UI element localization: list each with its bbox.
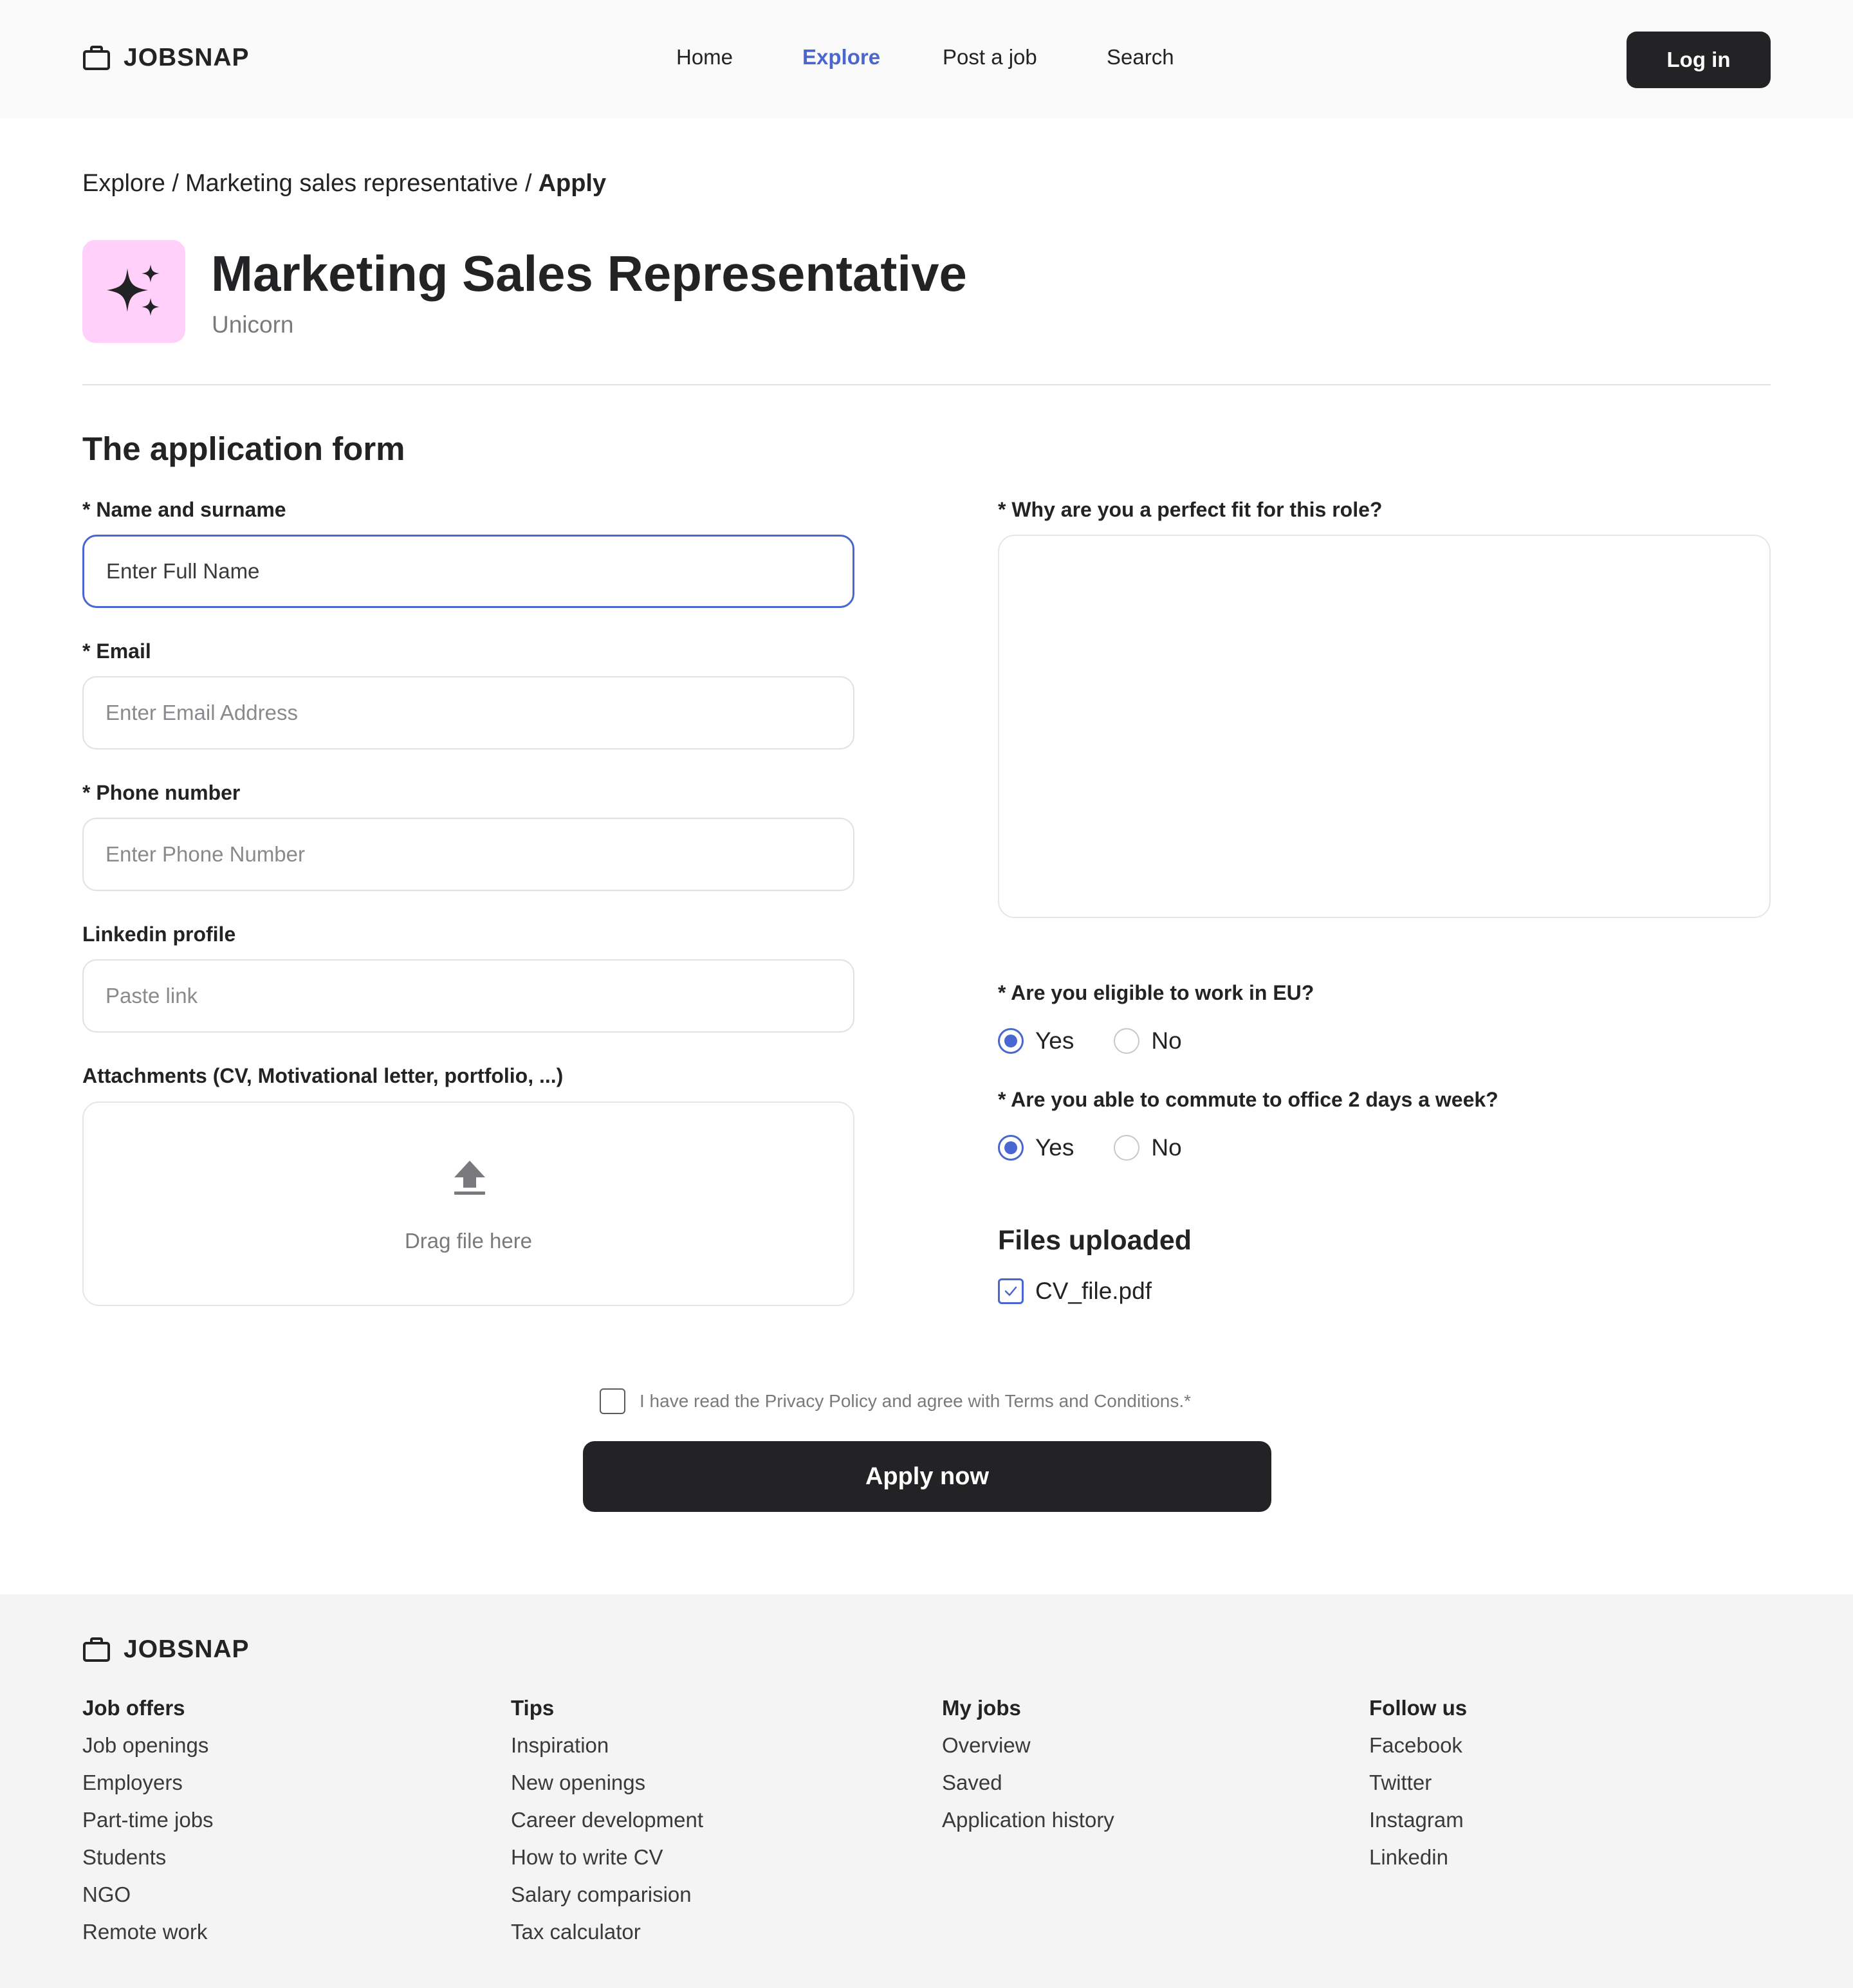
commute-label: * Are you able to commute to office 2 da… <box>998 1088 1498 1111</box>
commute-radio-group: Yes No <box>998 1134 1222 1161</box>
section-divider <box>82 384 1771 385</box>
site-footer: JOBSNAP Job offers Job openings Employer… <box>0 1594 1853 1988</box>
phone-label: * Phone number <box>82 781 241 804</box>
footer-link[interactable]: Remote work <box>82 1919 214 1956</box>
name-input[interactable] <box>82 535 854 608</box>
footer-link[interactable]: Students <box>82 1844 214 1881</box>
footer-brand-name: JOBSNAP <box>124 1635 250 1663</box>
linkedin-input[interactable] <box>82 959 854 1033</box>
files-uploaded-title: Files uploaded <box>998 1225 1192 1256</box>
apply-now-button[interactable]: Apply now <box>583 1441 1271 1512</box>
eligible-label: * Are you eligible to work in EU? <box>998 981 1314 1004</box>
footer-link[interactable]: Career development <box>511 1807 703 1844</box>
footer-link[interactable]: Part-time jobs <box>82 1807 214 1844</box>
name-label: * Name and surname <box>82 498 286 521</box>
nav-explore[interactable]: Explore <box>802 45 880 69</box>
commute-option-no[interactable]: No <box>1114 1134 1182 1161</box>
footer-brand-logo[interactable]: JOBSNAP <box>82 1635 250 1664</box>
login-button[interactable]: Log in <box>1627 32 1771 88</box>
footer-col-tips: Tips Inspiration New openings Career dev… <box>511 1695 703 1956</box>
footer-link[interactable]: Job openings <box>82 1732 214 1769</box>
footer-col-my-jobs: My jobs Overview Saved Application histo… <box>942 1695 1114 1844</box>
footer-link-facebook[interactable]: Facebook <box>1369 1732 1467 1769</box>
footer-link-twitter[interactable]: Twitter <box>1369 1769 1467 1807</box>
job-title: Marketing Sales Representative <box>211 245 967 302</box>
company-name: Unicorn <box>212 311 294 338</box>
radio-label: No <box>1151 1027 1182 1054</box>
fit-label: * Why are you a perfect fit for this rol… <box>998 498 1383 521</box>
footer-link[interactable]: How to write CV <box>511 1844 703 1881</box>
radio-unchecked-icon[interactable] <box>1114 1135 1140 1161</box>
commute-option-yes[interactable]: Yes <box>998 1134 1074 1161</box>
footer-col-follow-us: Follow us Facebook Twitter Instagram Lin… <box>1369 1695 1467 1881</box>
terms-text: I have read the Privacy Policy and agree… <box>640 1391 1192 1411</box>
company-logo <box>82 240 185 343</box>
linkedin-label: Linkedin profile <box>82 923 236 946</box>
file-name: CV_file.pdf <box>1035 1278 1152 1304</box>
nav-home[interactable]: Home <box>676 45 733 69</box>
form-title: The application form <box>82 430 405 467</box>
eligible-option-yes[interactable]: Yes <box>998 1027 1074 1054</box>
footer-col-title: Follow us <box>1369 1696 1468 1720</box>
footer-col-title: My jobs <box>942 1696 1021 1720</box>
radio-label: Yes <box>1035 1134 1074 1161</box>
footer-link-linkedin[interactable]: Linkedin <box>1369 1844 1467 1881</box>
fit-textarea[interactable] <box>998 535 1771 918</box>
uploaded-file-item: CV_file.pdf <box>998 1278 1152 1305</box>
upload-icon <box>454 1161 485 1195</box>
terms-agreement: I have read the Privacy Policy and agree… <box>600 1388 1191 1414</box>
email-input[interactable] <box>82 676 854 750</box>
footer-link[interactable]: Application history <box>942 1807 1114 1844</box>
radio-unchecked-icon[interactable] <box>1114 1028 1140 1054</box>
eligible-radio-group: Yes No <box>998 1027 1222 1054</box>
sparkles-icon <box>107 264 160 316</box>
footer-link[interactable]: Tax calculator <box>511 1919 703 1956</box>
footer-link[interactable]: Overview <box>942 1732 1114 1769</box>
breadcrumb-job[interactable]: Marketing sales representative / <box>185 170 532 198</box>
check-icon <box>1004 1286 1017 1296</box>
footer-link[interactable]: NGO <box>82 1881 214 1919</box>
breadcrumb-current: Apply <box>538 170 607 197</box>
radio-label: Yes <box>1035 1027 1074 1054</box>
footer-link-instagram[interactable]: Instagram <box>1369 1807 1467 1844</box>
footer-link[interactable]: Salary comparision <box>511 1881 703 1919</box>
footer-link[interactable]: Employers <box>82 1769 214 1807</box>
footer-col-job-offers: Job offers Job openings Employers Part-t… <box>82 1695 214 1956</box>
footer-link[interactable]: Saved <box>942 1769 1114 1807</box>
dropzone-text: Drag file here <box>404 1229 533 1253</box>
file-dropzone[interactable]: Drag file here <box>82 1101 854 1306</box>
footer-link[interactable]: New openings <box>511 1769 703 1807</box>
phone-input[interactable] <box>82 818 854 891</box>
radio-checked-icon[interactable] <box>998 1028 1024 1054</box>
footer-col-title: Job offers <box>82 1696 185 1720</box>
nav-post-a-job[interactable]: Post a job <box>943 45 1037 69</box>
footer-col-title: Tips <box>511 1696 555 1720</box>
briefcase-icon <box>83 1637 110 1662</box>
attachments-label: Attachments (CV, Motivational letter, po… <box>82 1064 564 1087</box>
file-checkbox[interactable] <box>998 1278 1024 1304</box>
main-nav: Home Explore Post a job Search <box>0 45 1853 73</box>
breadcrumb: Explore / Marketing sales representative… <box>82 170 606 198</box>
eligible-option-no[interactable]: No <box>1114 1027 1182 1054</box>
radio-checked-icon[interactable] <box>998 1135 1024 1161</box>
site-header: JOBSNAP Home Explore Post a job Search L… <box>0 0 1853 118</box>
breadcrumb-explore[interactable]: Explore / <box>82 170 179 198</box>
footer-link[interactable]: Inspiration <box>511 1732 703 1769</box>
terms-checkbox[interactable] <box>600 1388 625 1414</box>
email-label: * Email <box>82 640 151 663</box>
nav-search[interactable]: Search <box>1107 45 1174 69</box>
radio-label: No <box>1151 1134 1182 1161</box>
